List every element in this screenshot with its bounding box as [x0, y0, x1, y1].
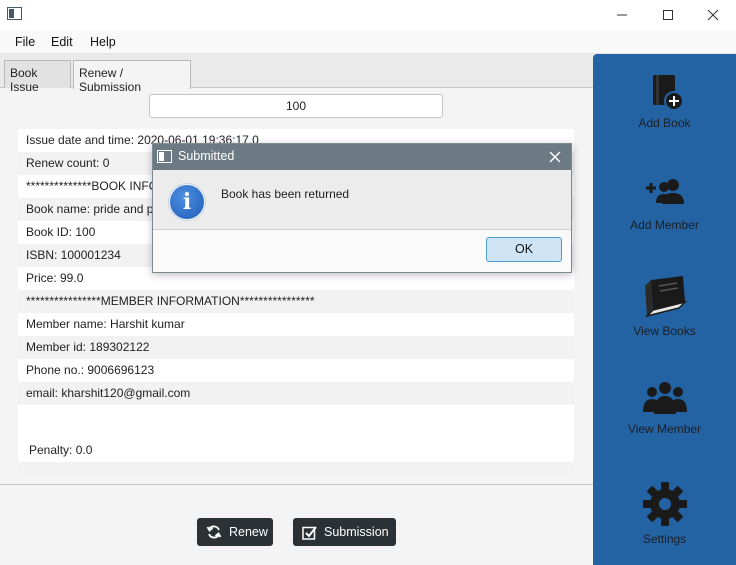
sidebar-item-add-member[interactable]: Add Member	[593, 174, 736, 232]
view-member-icon	[641, 380, 689, 418]
submission-button[interactable]: Submission	[293, 518, 396, 546]
tab-renew-submission[interactable]: Renew / Submission	[73, 60, 191, 94]
minimize-button[interactable]	[599, 0, 645, 30]
checkbox-checked-icon	[302, 525, 317, 540]
email-row: email: kharshit120@gmail.com	[18, 382, 574, 405]
dialog-header: i Book has been returned	[153, 170, 571, 230]
member-name-row: Member name: Harshit kumar	[26, 317, 185, 331]
minimize-icon	[617, 14, 627, 16]
dialog-titlebar: Submitted	[153, 144, 571, 170]
renew-button[interactable]: Renew	[197, 518, 273, 546]
sidebar-item-label: View Member	[627, 422, 702, 436]
info-icon: i	[168, 183, 206, 221]
gear-icon	[641, 480, 689, 528]
view-books-icon	[639, 272, 691, 320]
close-icon	[707, 9, 719, 21]
maximize-icon	[663, 10, 673, 20]
dialog-app-icon	[157, 150, 172, 163]
dialog-close-button[interactable]	[547, 149, 563, 165]
menu-edit[interactable]: Edit	[51, 35, 73, 49]
dialog-message: Book has been returned	[221, 187, 350, 201]
tab-bar: Book Issue Renew / Submission	[0, 54, 593, 94]
spacer-row	[18, 405, 574, 439]
ok-button[interactable]: OK	[486, 237, 562, 262]
sidebar-item-label: View Books	[633, 324, 696, 338]
member-id-row: Member id: 189302122	[18, 336, 574, 359]
tab-book-issue[interactable]: Book Issue	[4, 60, 71, 94]
app-icon	[7, 7, 22, 20]
list-tail-row	[18, 462, 574, 477]
phone-row: Phone no.: 9006696123	[26, 363, 155, 377]
sidebar-item-settings[interactable]: Settings	[593, 480, 736, 546]
add-member-icon	[643, 174, 687, 214]
close-button[interactable]	[690, 0, 736, 30]
sidebar-item-view-member[interactable]: View Member	[593, 380, 736, 436]
dialog-title: Submitted	[178, 149, 235, 163]
submission-label: Submission	[324, 525, 389, 539]
close-icon	[549, 151, 561, 163]
sidebar-item-view-books[interactable]: View Books	[593, 272, 736, 338]
menu-help[interactable]: Help	[90, 35, 116, 49]
menu-file[interactable]: File	[15, 35, 35, 49]
sidebar-item-add-book[interactable]: Add Book	[593, 72, 736, 130]
window-titlebar	[0, 0, 736, 30]
refresh-icon	[206, 524, 222, 540]
sidebar-item-label: Add Member	[630, 218, 699, 232]
submitted-dialog: Submitted i Book has been returned OK	[152, 143, 572, 273]
add-book-icon	[645, 72, 685, 112]
book-id-input[interactable]: 100	[149, 94, 443, 118]
penalty-row: Penalty: 0.0	[29, 443, 93, 457]
member-info-header: ****************MEMBER INFORMATION******…	[18, 290, 574, 313]
menu-bar: File Edit Help	[0, 30, 736, 54]
renew-label: Renew	[229, 525, 268, 539]
sidebar-item-label: Settings	[642, 532, 687, 546]
sidebar: Add Book Add Member View Books View Memb…	[593, 54, 736, 565]
sidebar-item-label: Add Book	[638, 116, 691, 130]
maximize-button[interactable]	[645, 0, 691, 30]
